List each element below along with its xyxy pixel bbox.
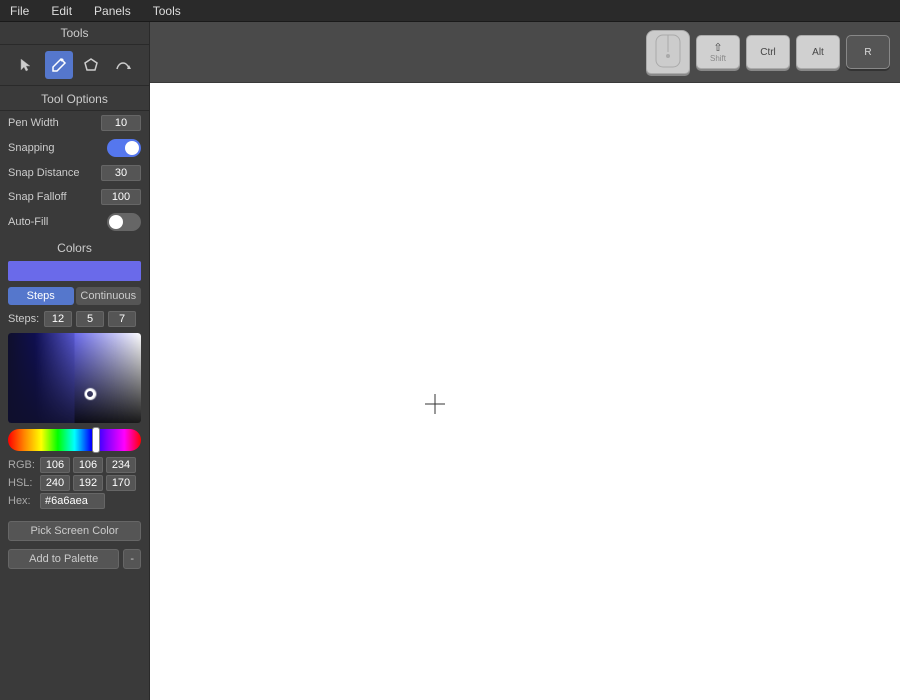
rgb-row: RGB: — [8, 457, 141, 473]
shortcut-bar: ⇧ Shift Ctrl Alt R — [150, 22, 900, 83]
pen-width-input[interactable] — [101, 115, 141, 131]
steps-label: Steps: — [8, 313, 40, 325]
crosshair-horizontal — [425, 403, 445, 404]
steps-input-2[interactable] — [76, 311, 104, 327]
rgb-label: RGB: — [8, 459, 36, 471]
hsl-inputs — [40, 475, 136, 491]
rgb-r-input[interactable] — [40, 457, 70, 473]
steps-input-3[interactable] — [108, 311, 136, 327]
shift-key-cap: ⇧ Shift — [696, 35, 740, 69]
colors-title: Colors — [8, 241, 141, 255]
mouse-key-cap — [646, 30, 690, 74]
snap-distance-input[interactable] — [101, 165, 141, 181]
pen-width-label: Pen Width — [8, 117, 59, 129]
add-to-palette-button[interactable]: Add to Palette — [8, 549, 119, 569]
menu-bar: File Edit Panels Tools — [0, 0, 900, 22]
snap-falloff-label: Snap Falloff — [8, 191, 67, 203]
snapping-row: Snapping — [0, 135, 149, 161]
tool-options-title: Tool Options — [0, 86, 149, 111]
tool-path[interactable] — [109, 51, 137, 79]
sidebar: Tools Tool Options Pen Width Snapping — [0, 22, 150, 700]
steps-input-1[interactable] — [44, 311, 72, 327]
hex-row: Hex: — [8, 493, 141, 509]
alt-key-cap: Alt — [796, 35, 840, 69]
auto-fill-label: Auto-Fill — [8, 216, 48, 228]
hsl-label: HSL: — [8, 477, 36, 489]
color-values: RGB: HSL: Hex: — [8, 457, 141, 509]
pen-width-row: Pen Width — [0, 111, 149, 135]
snap-distance-row: Snap Distance — [0, 161, 149, 185]
snapping-label: Snapping — [8, 142, 55, 154]
remove-palette-button[interactable]: - — [123, 549, 141, 569]
ctrl-key-cap: Ctrl — [746, 35, 790, 69]
r-key-cap: R — [846, 35, 890, 69]
auto-fill-row: Auto-Fill — [0, 209, 149, 235]
tool-select[interactable] — [13, 51, 41, 79]
canvas-area[interactable] — [150, 83, 900, 700]
tool-shape[interactable] — [77, 51, 105, 79]
hsl-row: HSL: — [8, 475, 141, 491]
continuous-button[interactable]: Continuous — [76, 287, 142, 305]
tool-icons-row — [0, 45, 149, 86]
rgb-b-input[interactable] — [106, 457, 136, 473]
app-body: Tools Tool Options Pen Width Snapping — [0, 22, 900, 700]
hsl-s-input[interactable] — [73, 475, 103, 491]
menu-file[interactable]: File — [6, 2, 33, 20]
rgb-g-input[interactable] — [73, 457, 103, 473]
menu-tools[interactable]: Tools — [149, 2, 185, 20]
hex-label: Hex: — [8, 495, 36, 507]
steps-button[interactable]: Steps — [8, 287, 74, 305]
colors-section: Colors Steps Continuous Steps: — [0, 235, 149, 521]
color-preview-bar[interactable] — [8, 261, 141, 281]
hex-input[interactable] — [40, 493, 105, 509]
menu-edit[interactable]: Edit — [47, 2, 76, 20]
hue-cursor — [92, 427, 100, 453]
snapping-toggle[interactable] — [107, 139, 141, 157]
snap-falloff-row: Snap Falloff — [0, 185, 149, 209]
crosshair-vertical — [435, 394, 436, 414]
hue-strip[interactable] — [8, 429, 141, 451]
alt-label: Alt — [812, 47, 824, 58]
steps-row: Steps: — [8, 311, 141, 327]
auto-fill-toggle-knob — [109, 215, 123, 229]
snapping-toggle-knob — [125, 141, 139, 155]
pick-screen-color-button[interactable]: Pick Screen Color — [8, 521, 141, 541]
menu-panels[interactable]: Panels — [90, 2, 135, 20]
tools-label: Tools — [0, 22, 149, 45]
main-area: ⇧ Shift Ctrl Alt R — [150, 22, 900, 700]
auto-fill-toggle[interactable] — [107, 213, 141, 231]
shift-icon: ⇧ — [713, 41, 722, 54]
r-key-label: R — [864, 47, 871, 58]
rgb-inputs — [40, 457, 136, 473]
ctrl-label: Ctrl — [760, 47, 776, 58]
palette-buttons: Add to Palette - — [0, 549, 149, 577]
hsl-l-input[interactable] — [106, 475, 136, 491]
bottom-buttons: Pick Screen Color — [0, 521, 149, 549]
mode-buttons: Steps Continuous — [8, 287, 141, 305]
hsl-h-input[interactable] — [40, 475, 70, 491]
color-picker-area[interactable] — [8, 333, 141, 423]
shift-label: Shift — [710, 54, 726, 63]
snap-distance-label: Snap Distance — [8, 167, 80, 179]
tool-pen[interactable] — [45, 51, 73, 79]
snap-falloff-input[interactable] — [101, 189, 141, 205]
